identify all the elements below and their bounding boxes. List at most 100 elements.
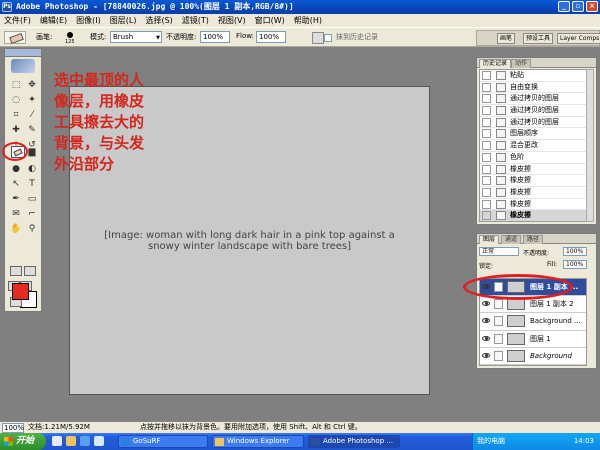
start-button[interactable]: 开始 (0, 433, 46, 450)
mode-select[interactable]: Brush ▼ (110, 31, 162, 43)
tab-actions[interactable]: 动作 (511, 59, 532, 68)
close-button[interactable]: × (586, 1, 598, 12)
history-source-checkbox[interactable] (482, 164, 491, 174)
history-item[interactable]: 通过拷贝的图层 (480, 117, 586, 129)
zoom-level-field[interactable]: 100% (2, 423, 24, 433)
history-source-checkbox[interactable] (482, 106, 491, 116)
restore-button[interactable]: ▫ (572, 1, 584, 12)
history-source-checkbox[interactable] (482, 94, 491, 104)
tray-my-computer[interactable]: 我的电脑 (477, 433, 505, 450)
history-item[interactable]: 通过拷贝的图层 (480, 93, 586, 106)
layer-row[interactable]: Background (480, 348, 586, 365)
menu-file[interactable]: 文件(F) (4, 15, 31, 26)
magic-wand-tool-icon[interactable]: ✦ (25, 94, 39, 106)
photoshop-logo-icon[interactable] (11, 59, 35, 73)
history-source-checkbox[interactable] (482, 117, 491, 127)
path-selection-tool-icon[interactable]: ↖ (9, 178, 23, 190)
eye-visibility-icon[interactable] (482, 335, 490, 341)
menu-edit[interactable]: 编辑(E) (40, 15, 67, 26)
marquee-tool-icon[interactable]: ⬚ (9, 79, 23, 91)
eye-visibility-icon[interactable] (482, 318, 490, 324)
layer-link-box[interactable] (494, 316, 503, 327)
brush-preview-icon[interactable] (67, 32, 73, 38)
slice-tool-icon[interactable]: ⁄ (25, 109, 39, 121)
history-source-checkbox[interactable] (482, 211, 491, 221)
quicklaunch-desktop-icon[interactable] (80, 436, 90, 446)
opacity-input[interactable]: 100% (200, 31, 230, 43)
taskbar-explorer[interactable]: Windows Explorer (212, 435, 304, 448)
shape-tool-icon[interactable]: ▭ (25, 193, 39, 205)
menu-image[interactable]: 图像(I) (76, 15, 101, 26)
history-source-checkbox[interactable] (482, 71, 491, 80)
menu-view[interactable]: 视图(V) (218, 15, 246, 26)
eraser-preset-icon[interactable] (4, 31, 26, 44)
eye-visibility-icon[interactable] (482, 301, 490, 307)
history-item[interactable]: 橡皮擦 (480, 175, 586, 187)
taskbar-photoshop[interactable]: Adobe Photoshop ... (308, 435, 400, 448)
history-source-checkbox[interactable] (482, 199, 491, 209)
menu-select[interactable]: 选择(S) (145, 15, 172, 26)
history-item[interactable]: 色阶 (480, 152, 586, 164)
history-item[interactable]: 橡皮擦 (480, 210, 586, 221)
tab-history[interactable]: 历史记录 (479, 59, 512, 68)
blend-mode-select[interactable]: 正常 (479, 247, 519, 256)
history-item[interactable]: 橡皮擦 (480, 187, 586, 199)
fill-input[interactable]: 100% (563, 260, 587, 269)
menu-filter[interactable]: 滤镜(T) (182, 15, 209, 26)
history-source-checkbox[interactable] (482, 82, 491, 92)
dodge-tool-icon[interactable]: ◐ (25, 163, 39, 175)
quick-mask-mode-icon[interactable] (24, 266, 36, 276)
layer-row[interactable]: 图层 1 (480, 331, 586, 348)
layer-link-box[interactable] (494, 299, 503, 310)
hand-tool-icon[interactable]: ✋ (9, 223, 23, 235)
taskbar-gosurf[interactable]: GoSuRF (118, 435, 208, 448)
notes-tool-icon[interactable]: ✉ (9, 208, 23, 220)
pen-tool-icon[interactable]: ✒ (9, 193, 23, 205)
type-tool-icon[interactable]: T (25, 178, 39, 190)
layer-opacity-input[interactable]: 100% (563, 247, 587, 256)
toolbox-header[interactable] (5, 49, 41, 57)
tab-channels[interactable]: 通道 (501, 235, 522, 244)
menu-window[interactable]: 窗口(W) (255, 15, 285, 26)
history-source-checkbox[interactable] (482, 176, 491, 186)
quicklaunch-media-icon[interactable] (94, 436, 104, 446)
well-tab-brushes[interactable]: 画笔 (497, 33, 516, 44)
lasso-tool-icon[interactable]: ◌ (9, 94, 23, 106)
crop-tool-icon[interactable]: ⌗ (9, 109, 23, 121)
history-item[interactable]: 图层顺序 (480, 128, 586, 141)
quicklaunch-folder-icon[interactable] (66, 436, 76, 446)
photoshop-app-icon[interactable]: Ps (2, 2, 12, 12)
history-item[interactable]: 自由变换 (480, 82, 586, 94)
eyedropper-tool-icon[interactable]: ⌐ (25, 208, 39, 220)
history-source-checkbox[interactable] (482, 129, 491, 139)
well-tab-tool-presets[interactable]: 预设工具 (523, 33, 554, 44)
blur-tool-icon[interactable]: ● (9, 163, 23, 175)
quicklaunch-browser-icon[interactable] (52, 436, 62, 446)
history-source-checkbox[interactable] (482, 152, 491, 162)
history-source-checkbox[interactable] (482, 187, 491, 197)
eye-visibility-icon[interactable] (482, 352, 490, 358)
layer-row[interactable]: Background ... (480, 313, 586, 331)
layer-link-box[interactable] (494, 350, 503, 361)
history-item[interactable]: 混合更改 (480, 140, 586, 152)
layer-link-box[interactable] (494, 333, 503, 344)
brush-tool-icon[interactable]: ✎ (25, 124, 39, 136)
move-tool-icon[interactable]: ✥ (25, 79, 39, 91)
flow-input[interactable]: 100% (256, 31, 286, 43)
healing-brush-tool-icon[interactable]: ✚ (9, 124, 23, 136)
minimize-button[interactable]: _ (558, 1, 570, 12)
history-item[interactable]: 橡皮擦 (480, 199, 586, 211)
erase-to-history-checkbox[interactable] (324, 34, 332, 42)
tab-layers[interactable]: 图层 (479, 235, 500, 244)
airbrush-icon[interactable] (312, 32, 324, 44)
zoom-tool-icon[interactable]: ⚲ (25, 223, 39, 235)
foreground-color-swatch[interactable] (12, 283, 29, 300)
tab-paths[interactable]: 路径 (523, 235, 544, 244)
menu-layer[interactable]: 图层(L) (110, 15, 137, 26)
standard-mode-icon[interactable] (10, 266, 22, 276)
history-item[interactable]: 粘贴 (480, 70, 586, 82)
history-source-checkbox[interactable] (482, 141, 491, 151)
well-tab-layer-comps[interactable]: Layer Comps (557, 33, 600, 44)
history-item[interactable]: 通过拷贝的图层 (480, 105, 586, 117)
history-item[interactable]: 橡皮擦 (480, 164, 586, 176)
